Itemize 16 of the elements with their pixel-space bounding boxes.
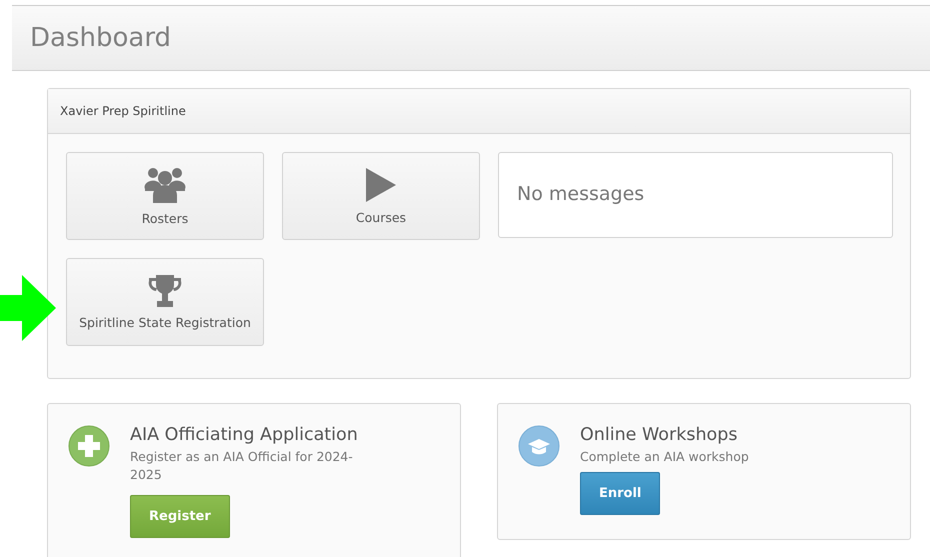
card-title: Online Workshops [580, 425, 738, 445]
graduation-cap-icon [518, 425, 560, 467]
dashboard-tile[interactable]: Courses [282, 152, 480, 240]
card-title: AIA Officiating Application [130, 425, 358, 445]
group-icon [144, 166, 186, 202]
dashboard-tile[interactable]: Spiritline State Registration [66, 258, 264, 346]
enroll-button[interactable]: Enroll [580, 472, 660, 515]
card-description: Complete an AIA workshop [580, 448, 750, 466]
plus-icon [68, 425, 110, 467]
play-icon [366, 168, 396, 202]
messages-text: No messages [517, 183, 644, 205]
trophy-icon [147, 274, 183, 306]
page-title: Dashboard [30, 23, 172, 53]
dashboard-tile[interactable]: Rosters [66, 152, 264, 240]
panel-title: Xavier Prep Spiritline [60, 104, 186, 118]
card-description: Register as an AIA Official for 2024-2025 [130, 448, 354, 484]
